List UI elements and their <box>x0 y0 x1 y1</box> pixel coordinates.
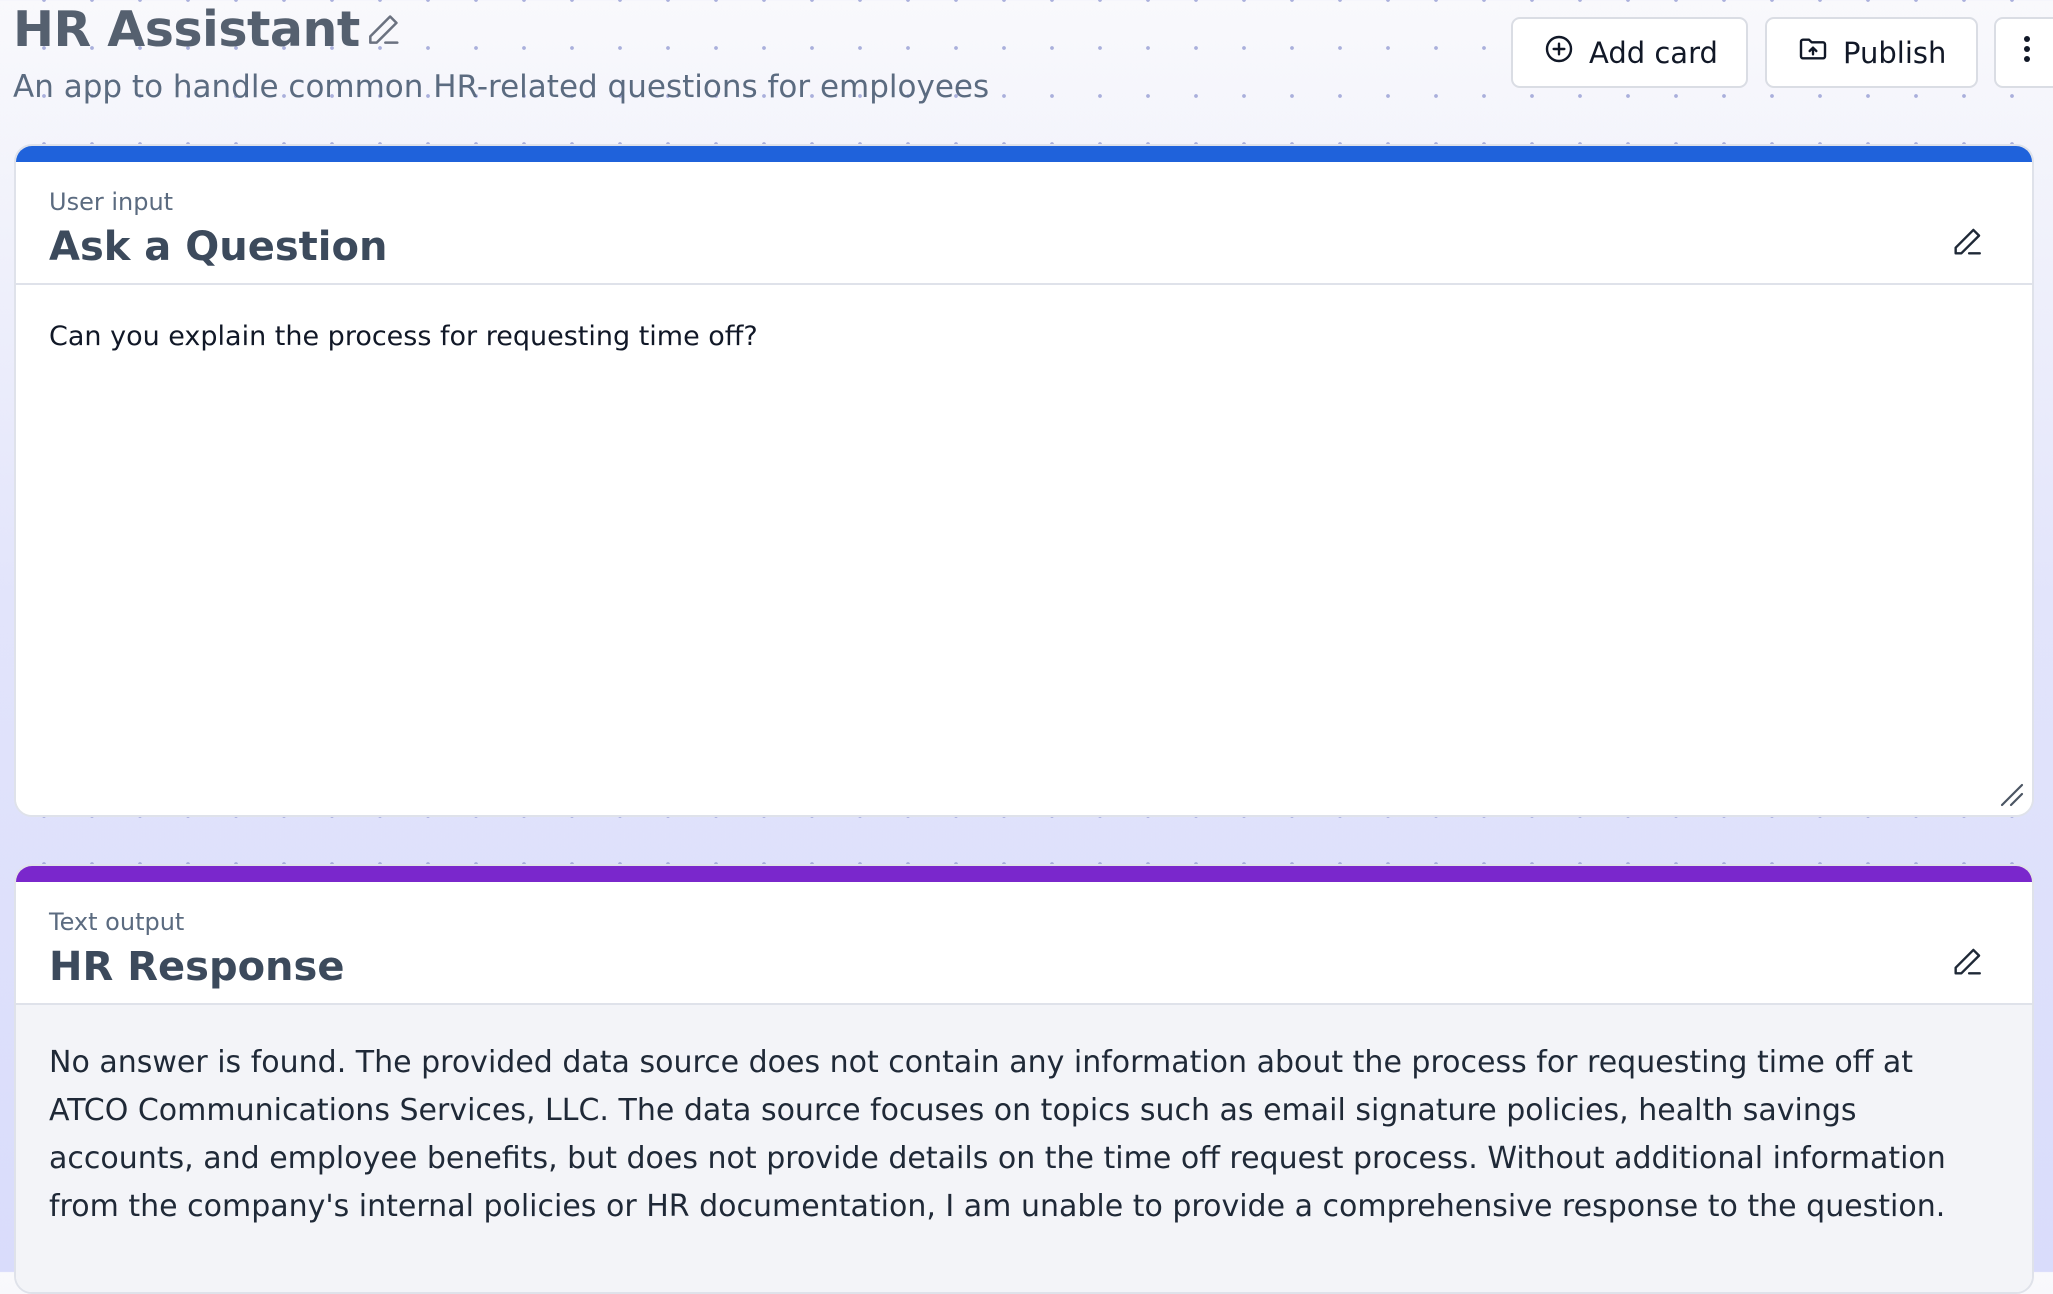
response-text: No answer is found. The provided data so… <box>49 1045 1946 1224</box>
card-type-label: User input <box>49 188 174 216</box>
resize-handle-icon[interactable] <box>1998 781 2024 807</box>
user-input-card: User input Ask a Question Can you explai… <box>14 144 2034 817</box>
publish-label: Publish <box>1843 35 1947 70</box>
card-accent-bar <box>16 866 2032 882</box>
edit-card-pencil-icon[interactable] <box>1950 225 1984 259</box>
publish-button[interactable]: Publish <box>1765 17 1978 88</box>
app-description: An app to handle common HR-related quest… <box>13 69 990 105</box>
edit-title-pencil-icon[interactable] <box>364 11 402 49</box>
edit-card-pencil-icon[interactable] <box>1950 945 1984 979</box>
card-accent-bar <box>16 146 2032 162</box>
card-title: HR Response <box>49 944 345 990</box>
card-header: Text output HR Response <box>16 882 2032 1005</box>
question-textarea[interactable]: Can you explain the process for requesti… <box>16 285 2032 815</box>
plus-circle-icon <box>1543 33 1575 72</box>
question-value: Can you explain the process for requesti… <box>49 321 758 352</box>
more-vertical-icon <box>2022 33 2032 72</box>
response-output-area: No answer is found. The provided data so… <box>16 1005 2032 1292</box>
card-type-label: Text output <box>49 908 185 936</box>
text-output-card: Text output HR Response No answer is fou… <box>14 864 2034 1294</box>
folder-upload-icon <box>1797 33 1829 72</box>
add-card-label: Add card <box>1589 35 1718 70</box>
app-title: HR Assistant <box>13 1 360 58</box>
card-header: User input Ask a Question <box>16 162 2032 285</box>
card-title: Ask a Question <box>49 224 388 270</box>
add-card-button[interactable]: Add card <box>1511 17 1748 88</box>
more-options-button[interactable] <box>1994 17 2053 88</box>
